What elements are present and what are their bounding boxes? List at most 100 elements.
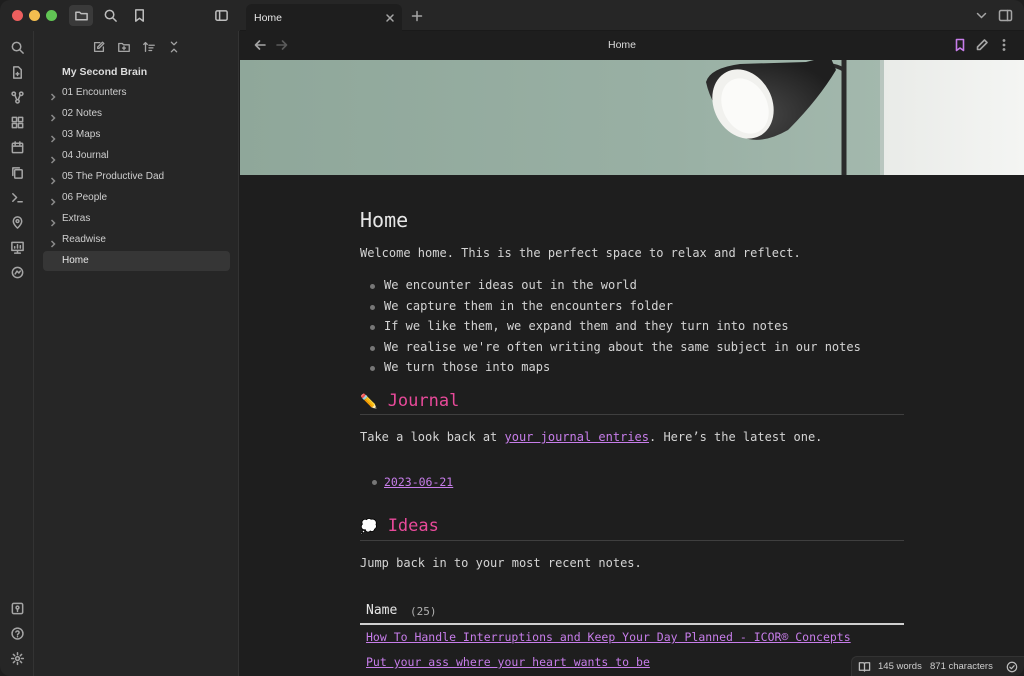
zoom-window-button[interactable] [46, 10, 57, 21]
bookmark-note-button[interactable] [953, 38, 967, 52]
pencil-emoji-icon: ✏️ [360, 394, 378, 410]
banner-image [240, 60, 1024, 175]
bullet-dot [370, 366, 375, 371]
folder-item[interactable]: Extras [43, 209, 230, 229]
new-tab-button[interactable] [411, 9, 423, 22]
minimize-window-button[interactable] [29, 10, 40, 21]
name-column-header[interactable]: Name [366, 603, 397, 618]
bookmark-icon [955, 38, 965, 52]
journal-entries-link[interactable]: your journal entries [505, 430, 650, 444]
journal-text-before: Take a look back at [360, 430, 505, 444]
search-icon [104, 9, 117, 22]
folder-item[interactable]: 05 The Productive Dad [43, 167, 230, 187]
tree-item-label: 05 The Productive Dad [62, 171, 165, 182]
ideas-heading: 💭 Ideas [360, 516, 439, 536]
recent-note-link[interactable]: Put your ass where your heart wants to b… [366, 655, 650, 669]
help-icon [10, 626, 24, 640]
latest-journal-link[interactable]: 2023-06-21 [384, 475, 453, 489]
tab-home[interactable]: Home [246, 4, 402, 31]
sync-status-icon[interactable] [1006, 661, 1018, 673]
ribbon [0, 31, 34, 676]
chevron-right-icon[interactable] [49, 194, 57, 206]
vault-name[interactable]: My Second Brain [62, 66, 147, 78]
file-explorer: My Second Brain 01 Encounters 02 Notes 03 … [34, 31, 239, 676]
close-window-button[interactable] [12, 10, 23, 21]
file-plus-icon [12, 65, 22, 79]
view-header-title[interactable]: Home [240, 39, 1004, 51]
ribbon-graph-button[interactable] [8, 88, 26, 106]
tree-item-label: Extras [62, 213, 91, 224]
sync-icon [11, 266, 23, 278]
tab-list-button[interactable] [974, 8, 989, 23]
ribbon-command-palette-button[interactable] [8, 188, 26, 206]
reading-mode-icon[interactable] [858, 660, 871, 673]
ribbon-slides-button[interactable] [8, 238, 26, 256]
character-count: 871 characters [930, 661, 993, 672]
ribbon-search-button[interactable] [8, 38, 26, 56]
chevron-right-icon[interactable] [49, 131, 57, 143]
graph-icon [10, 90, 24, 104]
toggle-right-sidebar-button[interactable] [998, 8, 1013, 23]
tab-close-button[interactable] [384, 11, 396, 23]
ribbon-daily-note-button[interactable] [8, 138, 26, 156]
sort-button[interactable] [141, 39, 157, 55]
journal-paragraph: Take a look back at your journal entries… [360, 430, 822, 444]
folder-item[interactable]: 04 Journal [43, 146, 230, 166]
tab-title: Home [254, 12, 283, 24]
new-note-button[interactable] [91, 39, 107, 55]
folder-item[interactable]: 01 Encounters [43, 83, 230, 103]
chevron-right-icon[interactable] [49, 89, 57, 101]
folder-icon [74, 11, 88, 21]
app-window: My Second Brain 01 Encounters 02 Notes 03 … [0, 0, 1024, 676]
ribbon-sync-button[interactable] [8, 263, 26, 281]
chevron-right-icon[interactable] [49, 110, 57, 122]
lamp-banner-image [240, 60, 1024, 175]
folder-item[interactable]: 02 Notes [43, 104, 230, 124]
recent-note-link[interactable]: How To Handle Interruptions and Keep You… [366, 630, 851, 644]
search-button[interactable] [98, 5, 122, 26]
ribbon-new-file-button[interactable] [8, 63, 26, 81]
ribbon-help-button[interactable] [8, 624, 26, 642]
folder-item[interactable]: 06 People [43, 188, 230, 208]
folder-item[interactable]: Readwise [43, 230, 230, 250]
chevron-right-icon[interactable] [49, 152, 57, 164]
bullet-dot [370, 325, 375, 330]
file-explorer-button[interactable] [69, 5, 93, 26]
thought-bubble-emoji-icon: 💭 [360, 519, 378, 535]
close-icon [386, 14, 394, 22]
tree-item-label: 02 Notes [62, 108, 103, 119]
vault-icon [11, 602, 23, 614]
chevron-right-icon[interactable] [49, 236, 57, 248]
intro-paragraph: Welcome home. This is the perfect space … [360, 246, 801, 260]
journal-heading: ✏️ Journal [360, 391, 459, 411]
bullet-dot [370, 304, 375, 310]
sort-icon [143, 41, 155, 53]
ribbon-settings-button[interactable] [8, 649, 26, 667]
ribbon-map-button[interactable] [8, 213, 26, 231]
collapse-all-button[interactable] [166, 39, 182, 55]
tab-bar: Home [240, 0, 1024, 31]
ribbon-vault-switcher-button[interactable] [8, 599, 26, 617]
edit-mode-button[interactable] [975, 38, 989, 52]
bookmarks-button[interactable] [127, 5, 151, 26]
chevron-right-icon[interactable] [49, 173, 57, 185]
calendar-icon [11, 140, 23, 153]
terminal-icon [11, 192, 23, 202]
recent-notes-table-header: Name (25) [360, 599, 904, 625]
ribbon-templates-button[interactable] [8, 163, 26, 181]
chevron-right-icon[interactable] [49, 215, 57, 227]
folder-item[interactable]: 03 Maps [43, 125, 230, 145]
toggle-sidebar-button[interactable] [209, 5, 233, 26]
bullet-item: If we like them, we expand them and they… [384, 319, 789, 333]
ideas-paragraph: Jump back in to your most recent notes. [360, 556, 642, 570]
note-content[interactable]: Home Welcome home. This is the perfect s… [240, 175, 1024, 676]
more-options-button[interactable] [997, 38, 1011, 52]
ribbon-canvas-button[interactable] [8, 113, 26, 131]
title-bar-left [0, 0, 240, 31]
file-item[interactable]: Home [43, 251, 230, 271]
bullet-item: We capture them in the encounters folder [384, 298, 673, 313]
plus-icon [411, 10, 423, 22]
note-title: Home [360, 208, 409, 232]
ideas-heading-text: Ideas [387, 516, 439, 536]
new-folder-button[interactable] [116, 39, 132, 55]
